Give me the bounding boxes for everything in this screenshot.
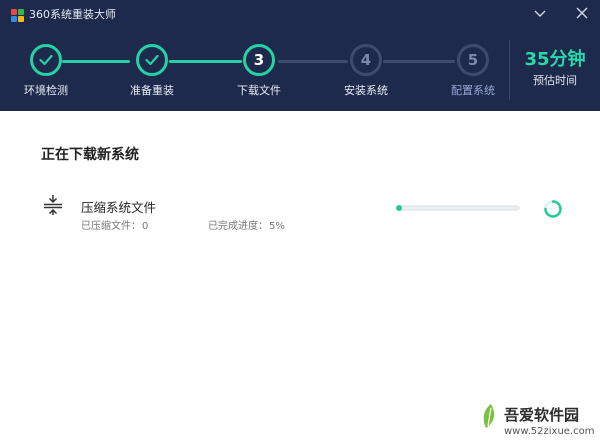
step-download-files: 3 下载文件 <box>219 44 299 98</box>
step-circle: 4 <box>350 44 382 76</box>
close-button[interactable] <box>571 4 593 22</box>
watermark: 吾爱软件园 www.52zixue.com <box>480 360 600 441</box>
step-prepare-reinstall: 准备重装 <box>112 44 192 98</box>
step-configure-system: 5 配置系统 <box>433 44 513 98</box>
watermark-brand: 吾爱软件园 <box>504 406 580 424</box>
step-label: 下载文件 <box>237 84 281 97</box>
estimated-time-label: 预估时间 <box>533 74 577 87</box>
compress-icon <box>44 195 62 215</box>
step-circle: 5 <box>457 44 489 76</box>
title-bar: 360系统重装大师 <box>0 0 600 30</box>
task-name: 压缩系统文件 <box>81 200 157 215</box>
step-circle: 3 <box>243 44 275 76</box>
minimize-button[interactable] <box>529 4 551 22</box>
step-circle <box>30 44 62 76</box>
loading-spinner-icon <box>544 200 562 218</box>
step-install-system: 4 安装系统 <box>326 44 406 98</box>
progress-value: 5% <box>269 221 285 232</box>
compressed-files-label: 已压缩文件： <box>81 221 141 232</box>
progress-bar <box>396 205 520 211</box>
app-logo-icon <box>11 9 24 22</box>
watermark-url: www.52zixue.com <box>504 426 595 437</box>
estimated-time-value: 35分钟 <box>524 49 586 70</box>
progress-label: 已完成进度： <box>208 221 268 232</box>
check-icon <box>145 54 159 66</box>
step-label: 环境检测 <box>24 84 68 97</box>
estimated-time-panel: 35分钟 预估时间 <box>509 40 600 100</box>
leaf-logo-icon <box>483 404 495 428</box>
step-number: 3 <box>253 50 265 69</box>
step-label: 准备重装 <box>130 84 174 97</box>
header-bar: 360系统重装大师 环境检测 准备重装 3 下载文件 4 安装系统 5 配置系统… <box>0 0 600 111</box>
window-title: 360系统重装大师 <box>29 8 116 21</box>
step-environment-check: 环境检测 <box>6 44 86 98</box>
step-label: 配置系统 <box>451 84 495 97</box>
page-title: 正在下载新系统 <box>41 147 139 163</box>
check-icon <box>39 54 53 66</box>
step-label: 安装系统 <box>344 84 388 97</box>
chevron-down-icon <box>534 10 546 17</box>
step-number: 4 <box>360 50 372 69</box>
close-icon <box>576 7 588 19</box>
progress-bar-fill <box>396 205 402 211</box>
step-circle <box>136 44 168 76</box>
compressed-files-value: 0 <box>142 221 149 232</box>
step-number: 5 <box>467 50 479 69</box>
